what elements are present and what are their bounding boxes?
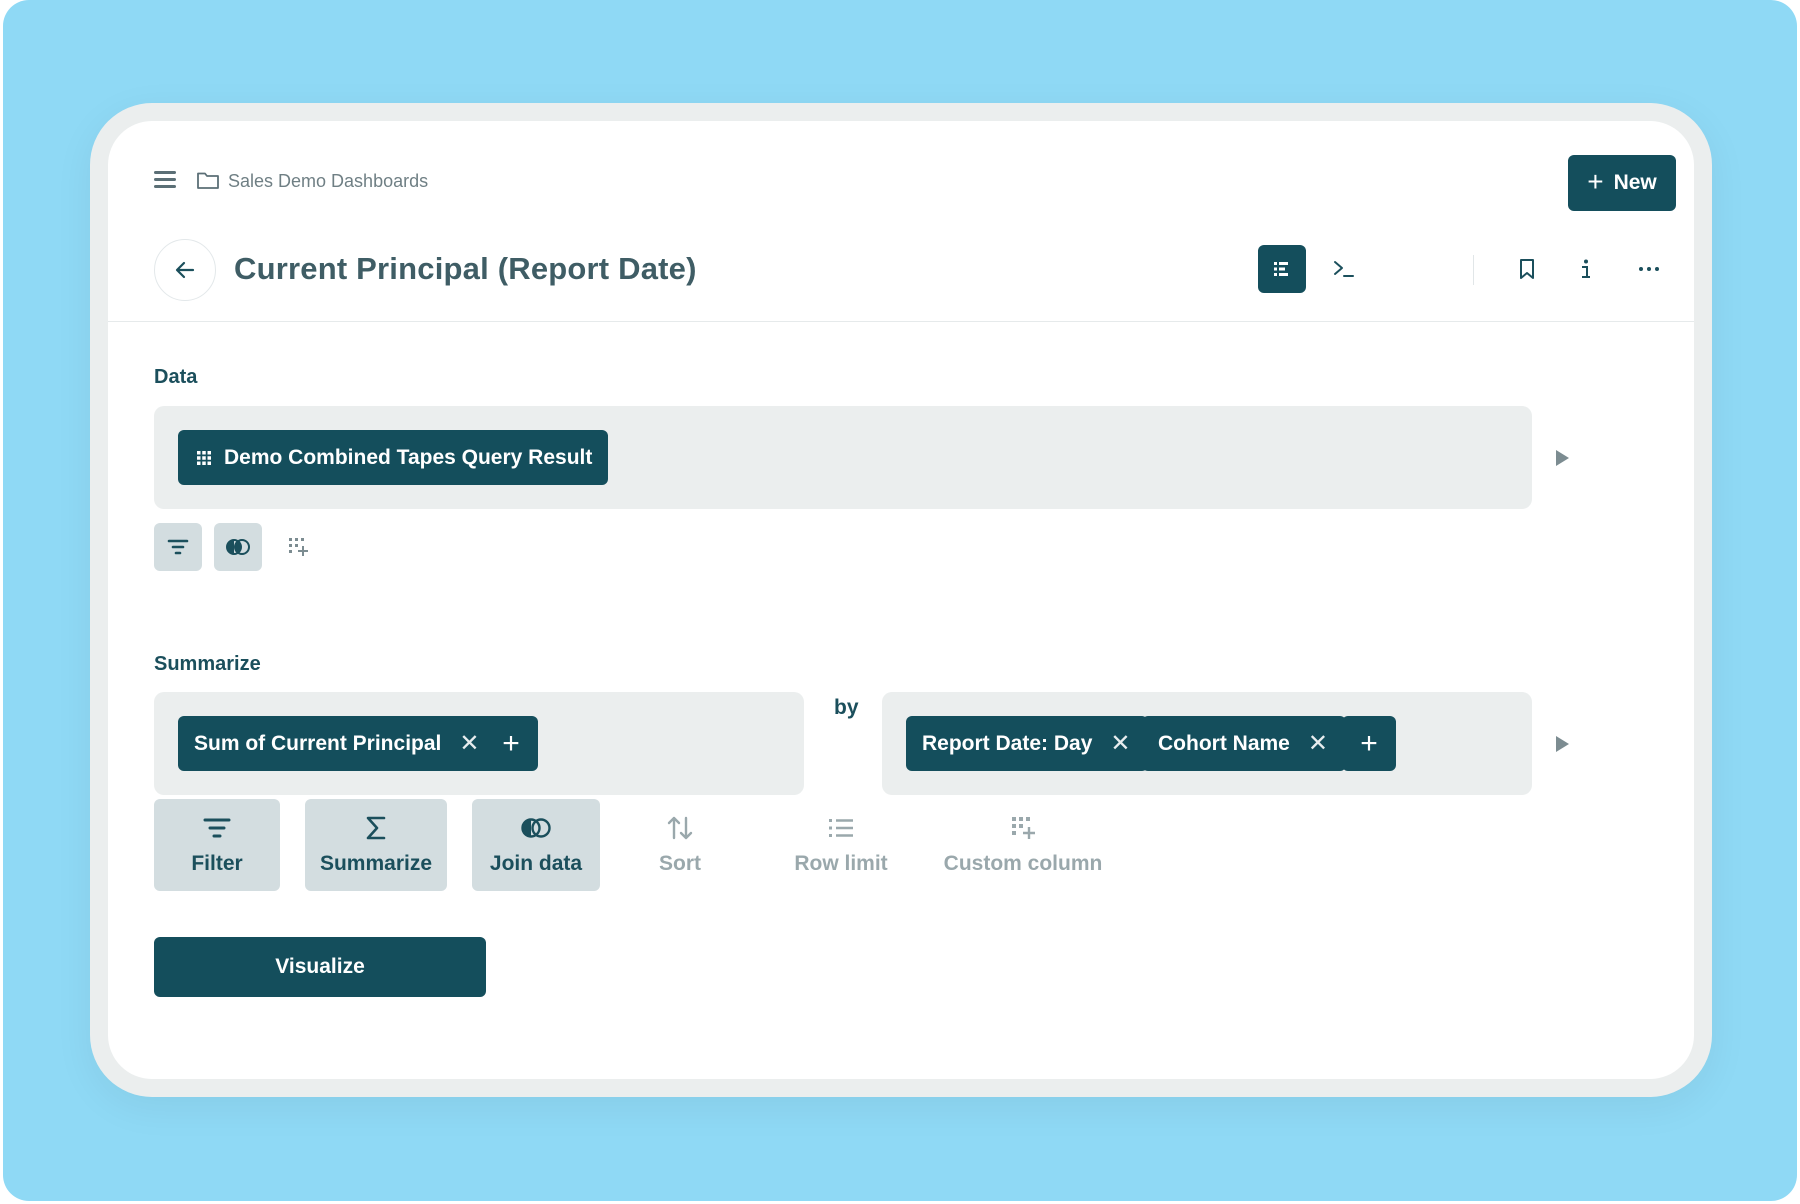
new-button[interactable]: + New: [1568, 155, 1676, 211]
metrics-panel: Sum of Current Principal ✕ +: [154, 692, 804, 795]
data-source-pill[interactable]: Demo Combined Tapes Query Result: [178, 430, 609, 485]
list-icon: [827, 814, 855, 842]
bookmark-icon: [1520, 259, 1534, 279]
bookmark-button[interactable]: [1503, 245, 1551, 293]
grid-icon: [197, 450, 211, 465]
breakout-label: Report Date: Day: [922, 731, 1093, 755]
data-preview-arrow-icon[interactable]: [1556, 450, 1569, 466]
custom-column-step-button[interactable]: Custom column: [928, 799, 1118, 891]
header-divider-line: [108, 321, 1694, 322]
join-step-label: Join data: [489, 852, 583, 875]
summarize-section-label: Summarize: [154, 653, 261, 675]
join-icon: [520, 814, 552, 842]
join-small-button[interactable]: [214, 523, 262, 571]
filter-step-button[interactable]: Filter: [154, 799, 280, 891]
row-limit-step-label: Row limit: [794, 852, 888, 875]
top-bar: Sales Demo Dashboards + New: [108, 121, 1694, 221]
data-panel: Demo Combined Tapes Query Result: [154, 406, 1532, 509]
notebook-icon: [1274, 262, 1288, 276]
device-frame: Sales Demo Dashboards + New Current Prin…: [90, 103, 1712, 1097]
metric-label: Sum of Current Principal: [194, 731, 442, 755]
summarize-preview-arrow-icon[interactable]: [1556, 736, 1569, 752]
new-button-label: New: [1613, 171, 1657, 194]
filter-step-label: Filter: [191, 852, 243, 875]
back-button[interactable]: [154, 239, 216, 301]
by-label: by: [834, 696, 859, 719]
plus-icon: +: [1587, 165, 1604, 197]
custom-column-icon: [1010, 814, 1036, 842]
add-breakout-button[interactable]: +: [1342, 716, 1396, 771]
filter-small-button[interactable]: [154, 523, 202, 571]
filter-icon: [167, 539, 189, 555]
custom-column-icon: [289, 538, 308, 556]
breakout-label: Cohort Name: [1158, 731, 1290, 755]
breakouts-panel: Report Date: Day ✕ Cohort Name ✕ +: [882, 692, 1532, 795]
sort-icon: [666, 814, 694, 842]
arrow-left-icon: [175, 261, 195, 279]
menu-icon[interactable]: [154, 171, 176, 189]
close-icon[interactable]: ✕: [1308, 729, 1328, 758]
visualize-button[interactable]: Visualize: [154, 937, 486, 997]
folder-icon: [197, 172, 219, 189]
join-icon: [226, 539, 250, 555]
sort-step-button[interactable]: Sort: [625, 799, 735, 891]
info-icon: [1582, 259, 1590, 278]
notebook-editor-button[interactable]: [1258, 245, 1306, 293]
data-source-label: Demo Combined Tapes Query Result: [224, 445, 593, 469]
info-button[interactable]: [1562, 245, 1610, 293]
summarize-step-button[interactable]: Summarize: [305, 799, 447, 891]
sql-editor-button[interactable]: [1320, 245, 1368, 293]
plus-icon: +: [1360, 726, 1378, 760]
close-icon[interactable]: ✕: [1110, 729, 1130, 758]
header-divider: [1473, 255, 1474, 285]
sql-editor-icon: [1334, 261, 1354, 277]
join-step-button[interactable]: Join data: [472, 799, 600, 891]
sigma-icon: [365, 814, 387, 842]
breakout-pill-report-date[interactable]: Report Date: Day ✕: [906, 716, 1149, 771]
filter-icon: [203, 814, 231, 842]
breakout-pill-cohort-name[interactable]: Cohort Name ✕: [1142, 716, 1346, 771]
sort-step-label: Sort: [659, 852, 701, 875]
more-button[interactable]: [1625, 245, 1673, 293]
summarize-step-label: Summarize: [319, 852, 433, 875]
custom-column-step-label: Custom column: [943, 852, 1103, 875]
breadcrumb[interactable]: Sales Demo Dashboards: [228, 171, 428, 192]
add-metric-button[interactable]: +: [484, 716, 538, 771]
custom-column-small-button[interactable]: [274, 523, 322, 571]
metric-pill[interactable]: Sum of Current Principal ✕: [178, 716, 498, 771]
page-title: Current Principal (Report Date): [234, 251, 697, 286]
close-icon[interactable]: ✕: [459, 729, 479, 758]
app-screen: Sales Demo Dashboards + New Current Prin…: [108, 121, 1694, 1079]
row-limit-step-button[interactable]: Row limit: [770, 799, 912, 891]
plus-icon: +: [502, 726, 520, 760]
more-icon: [1639, 267, 1659, 271]
data-section-label: Data: [154, 366, 198, 388]
